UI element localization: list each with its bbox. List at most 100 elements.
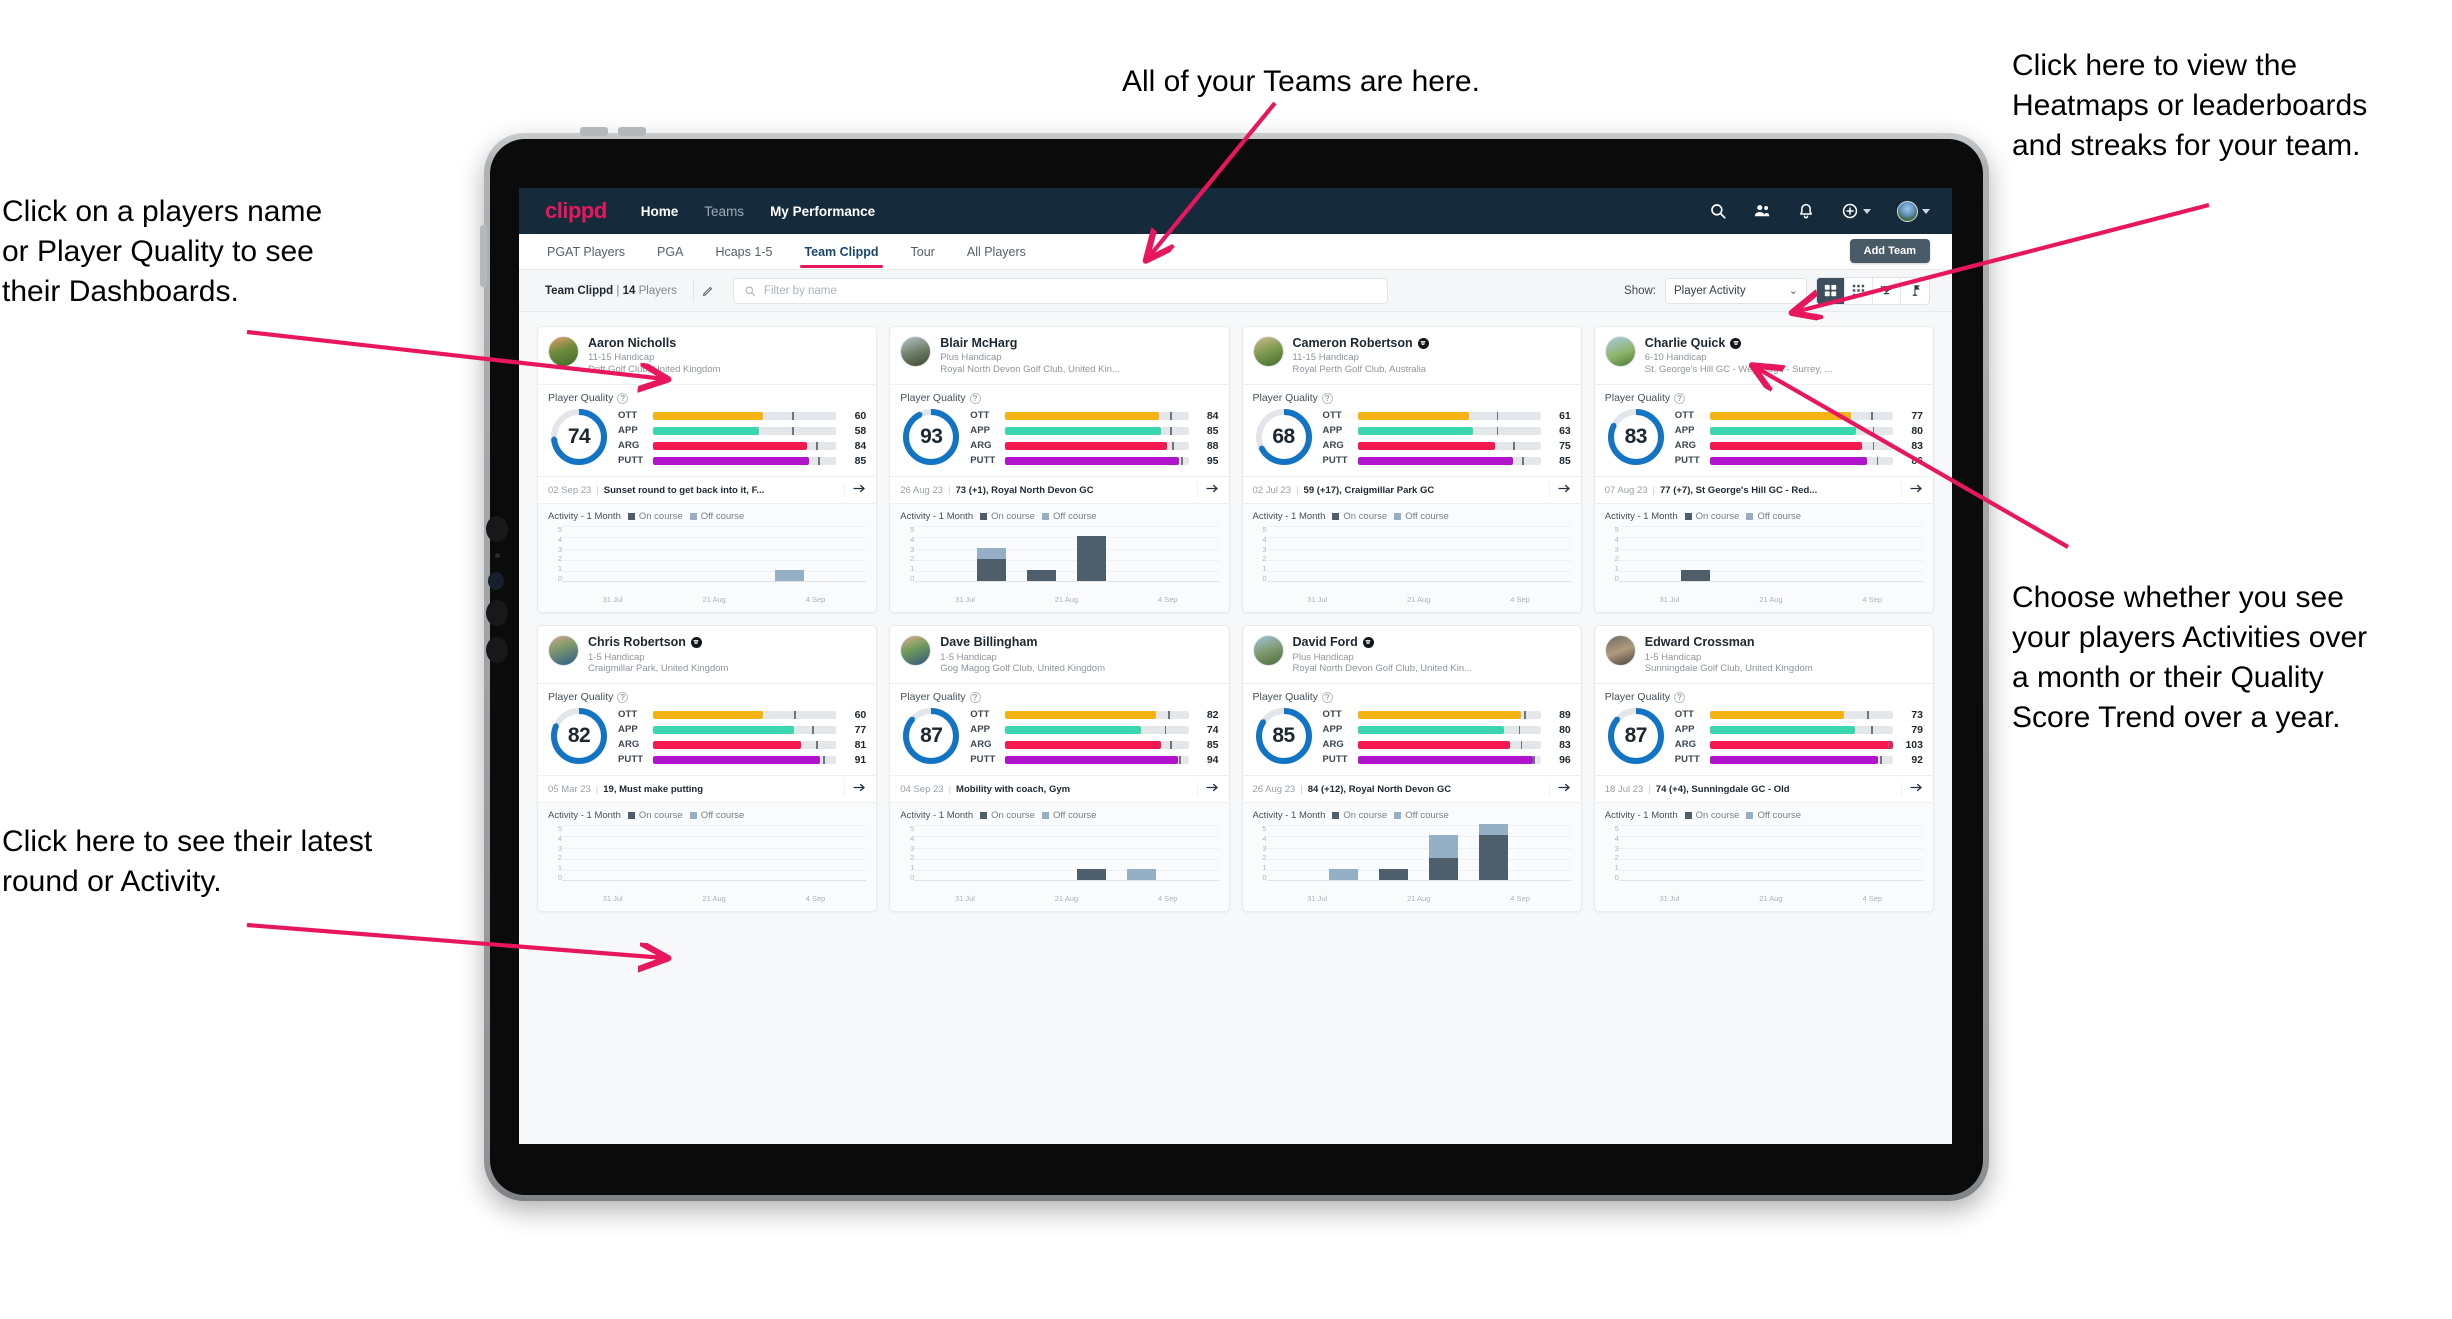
player-name[interactable]: Chris Robertson [588,635,728,649]
trophy-view-button[interactable] [1873,277,1901,304]
profile-menu[interactable] [1897,200,1930,222]
help-icon[interactable]: ? [1321,691,1333,703]
tab-pgat-players[interactable]: PGAT Players [545,236,627,268]
player-name[interactable]: Edward Crossman [1645,635,1813,649]
nav-item-teams[interactable]: Teams [704,204,744,219]
add-team-button[interactable]: Add Team [1849,239,1930,263]
avatar[interactable] [1604,635,1636,667]
player-card[interactable]: Blair McHarg Plus Handicap Royal North Dev… [889,326,1230,614]
avatar[interactable] [1897,200,1918,222]
player-quality-section[interactable]: Player Quality? 82 OTT 60 APP 77 ARG 81 PUTT 91 [538,683,877,775]
player-quality-section[interactable]: Player Quality? 85 OTT 89 APP 80 ARG 83 PUTT 96 [1242,683,1581,775]
arrow-right-icon[interactable] [1548,782,1571,797]
activity-bar-stack[interactable] [1076,869,1106,881]
metric-benchmark-tick [1871,725,1873,734]
player-card[interactable]: Chris Robertson 1-5 Handicap Craigmillar P… [537,625,878,913]
player-name[interactable]: Aaron Nicholls [588,336,721,350]
arrow-right-icon[interactable] [1196,483,1219,498]
player-card[interactable]: David Ford Plus Handicap Royal North Devon… [1241,625,1582,913]
search-icon[interactable] [1709,202,1727,220]
activity-bar-stack[interactable] [1126,869,1156,881]
bell-icon[interactable] [1797,202,1815,220]
activity-bar-stack[interactable] [1076,536,1106,582]
search-input[interactable]: Filter by name [732,277,1388,304]
player-name[interactable]: Cameron Robertson [1293,336,1429,350]
avatar[interactable] [1252,635,1284,667]
power-button[interactable] [480,225,487,287]
edit-team-button[interactable] [692,279,715,302]
player-card[interactable]: Dave Billingham 1-5 Handicap Gog Magog Gol… [889,625,1230,913]
activity-bar-stack[interactable] [1681,569,1711,582]
help-icon[interactable]: ? [969,691,981,703]
player-card[interactable]: Aaron Nicholls 11-15 Handicap Drift Golf C… [537,326,878,614]
people-icon[interactable] [1753,202,1771,220]
activity-bar-stack[interactable] [1479,824,1509,881]
add-menu[interactable] [1841,202,1871,220]
tab-hcaps-1-5[interactable]: Hcaps 1-5 [713,236,774,268]
help-icon[interactable]: ? [1674,392,1686,404]
arrow-right-icon[interactable] [1196,782,1219,797]
plus-circle-icon[interactable] [1841,202,1859,220]
chevron-down-icon[interactable]: ⌄ [1789,284,1798,297]
player-quality-section[interactable]: Player Quality? 87 OTT 73 APP 79 ARG 103 PUTT 92 [1594,683,1933,775]
activity-bar-stack[interactable] [774,569,804,582]
activity-bar-stack[interactable] [1429,835,1459,881]
arrow-right-icon[interactable] [844,782,866,797]
activity-bar-stack[interactable] [1329,869,1359,881]
volume-down-button[interactable] [618,127,646,136]
latest-round-row[interactable]: 07 Aug 23 | 77 (+7), St George's Hill GC -… [1594,476,1933,503]
player-quality-section[interactable]: Player Quality? 68 OTT 61 APP 63 ARG 75 PUTT 85 [1242,384,1581,476]
arrow-right-icon[interactable] [1901,483,1923,498]
latest-round-row[interactable]: 04 Sep 23 | Mobility with coach, Gym [890,775,1229,802]
help-icon[interactable]: ? [617,691,629,703]
nav-item-my-performance[interactable]: My Performance [770,204,875,219]
show-select[interactable]: Player Activity ⌄ [1665,277,1807,304]
player-card[interactable]: Edward Crossman 1-5 Handicap Sunningdale G… [1593,625,1934,913]
avatar[interactable] [548,336,579,367]
activity-bar-stack[interactable] [976,547,1006,582]
latest-round-row[interactable]: 02 Jul 23 | 59 (+17), Craigmillar Park GC [1242,476,1581,503]
volume-up-button[interactable] [580,127,608,136]
player-card[interactable]: Charlie Quick 6-10 Handicap St. George's H… [1593,326,1934,614]
tab-team-clippd[interactable]: Team Clippd [800,236,883,268]
flag-view-button[interactable] [1901,278,1929,304]
arrow-right-icon[interactable] [844,483,866,498]
help-icon[interactable]: ? [617,392,629,404]
player-handicap: Plus Handicap [940,352,1002,364]
chevron-down-icon[interactable] [1922,208,1930,214]
player-name[interactable]: Blair McHarg [940,336,1120,350]
player-name[interactable]: David Ford [1293,635,1473,649]
arrow-right-icon[interactable] [1901,782,1923,797]
nav-item-home[interactable]: Home [641,204,679,219]
chevron-down-icon[interactable] [1863,208,1871,214]
avatar[interactable] [1252,336,1284,367]
grid-view-button[interactable] [1817,277,1845,304]
clippd-logo[interactable]: clippd [545,198,607,224]
arrow-right-icon[interactable] [1548,483,1571,498]
dense-grid-view-button[interactable] [1845,277,1873,304]
help-icon[interactable]: ? [1321,392,1333,404]
player-name[interactable]: Charlie Quick [1645,336,1833,350]
latest-round-row[interactable]: 05 Mar 23 | 19, Must make putting [538,775,877,802]
help-icon[interactable]: ? [969,392,981,404]
avatar[interactable] [900,336,932,367]
avatar[interactable] [548,635,579,667]
latest-round-row[interactable]: 26 Aug 23 | 73 (+1), Royal North Devon GC [890,476,1229,503]
avatar[interactable] [1604,336,1636,367]
player-quality-section[interactable]: Player Quality? 83 OTT 77 APP 80 ARG 83 PUTT 86 [1594,384,1933,476]
tab-tour[interactable]: Tour [909,236,937,268]
player-card[interactable]: Cameron Robertson 11-15 Handicap Royal Per… [1241,326,1582,614]
player-quality-section[interactable]: Player Quality? 93 OTT 84 APP 85 ARG 88 PUTT 95 [890,384,1229,476]
player-quality-section[interactable]: Player Quality? 74 OTT 60 APP 58 ARG 84 PUTT 85 [538,384,877,476]
activity-bar-stack[interactable] [1379,869,1409,881]
tab-pga[interactable]: PGA [655,236,685,268]
help-icon[interactable]: ? [1674,691,1686,703]
player-name[interactable]: Dave Billingham [940,635,1105,649]
latest-round-row[interactable]: 26 Aug 23 | 84 (+12), Royal North Devon GC [1242,775,1581,802]
activity-bar-stack[interactable] [1026,569,1056,582]
tab-all-players[interactable]: All Players [965,236,1028,268]
avatar[interactable] [900,635,932,667]
latest-round-row[interactable]: 18 Jul 23 | 74 (+4), Sunningdale GC - Old [1594,775,1933,802]
player-quality-section[interactable]: Player Quality? 87 OTT 82 APP 74 ARG 85 PUTT 94 [890,683,1229,775]
latest-round-row[interactable]: 02 Sep 23 | Sunset round to get back into … [538,476,877,503]
